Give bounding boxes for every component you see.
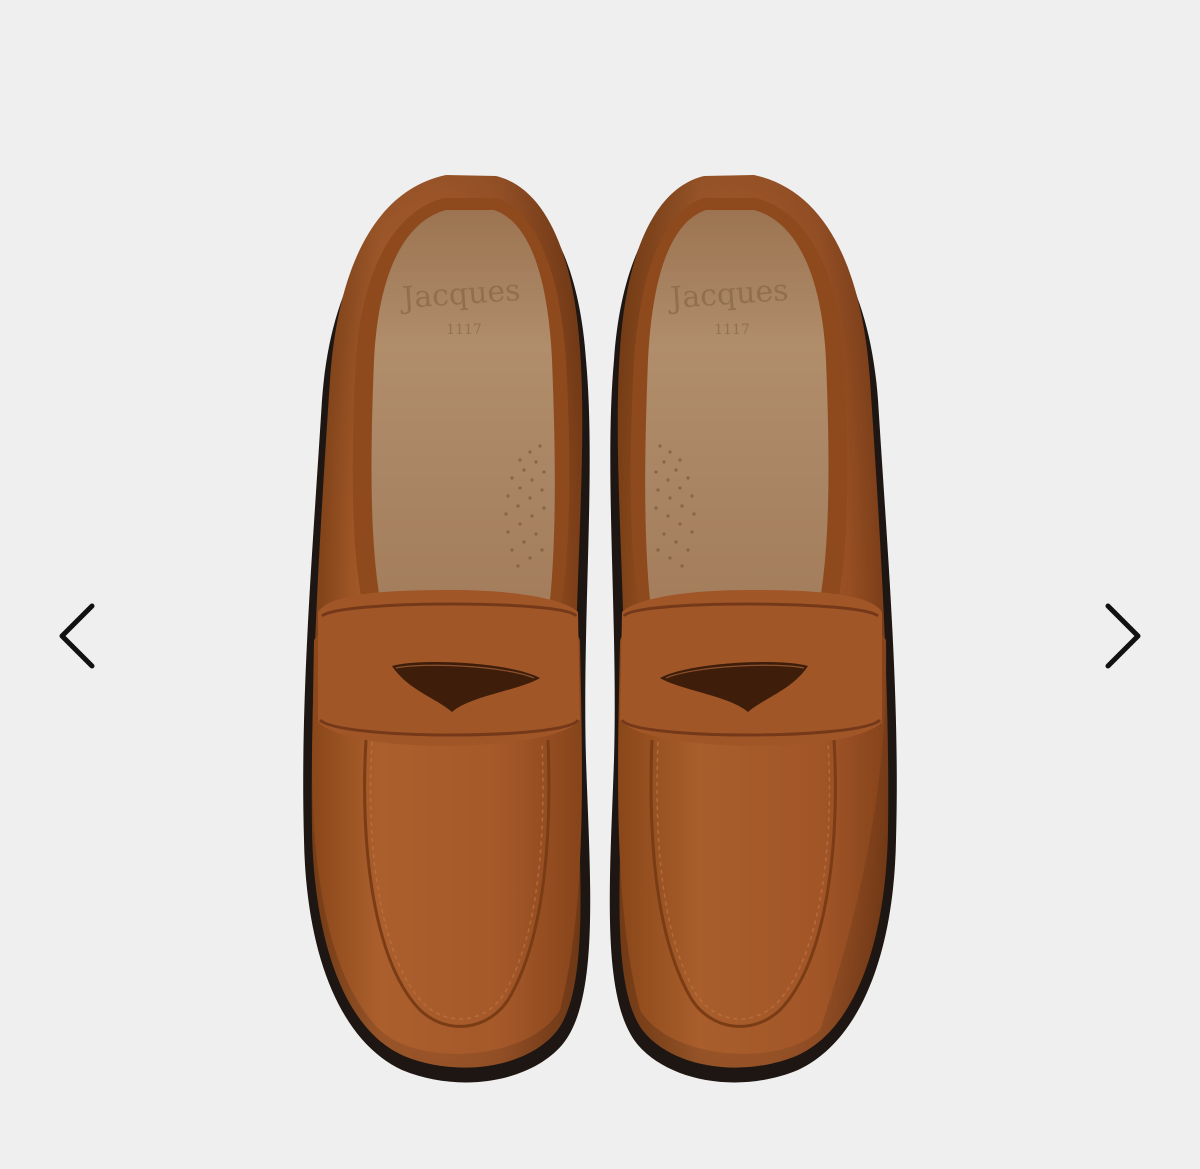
product-photo: Jacques 1117 Jacques 1117: [0, 0, 1200, 1169]
image-gallery: Jacques 1117 Jacques 1117: [0, 0, 1200, 1169]
insole-number-right: 1117: [714, 322, 750, 338]
chevron-left-icon: [59, 603, 95, 669]
next-image-button[interactable]: [1090, 600, 1154, 672]
left-loafer: Jacques 1117: [303, 175, 591, 1083]
insole-number-left: 1117: [446, 322, 482, 338]
previous-image-button[interactable]: [46, 600, 110, 672]
chevron-right-icon: [1105, 603, 1141, 669]
right-loafer: Jacques 1117: [609, 175, 897, 1083]
